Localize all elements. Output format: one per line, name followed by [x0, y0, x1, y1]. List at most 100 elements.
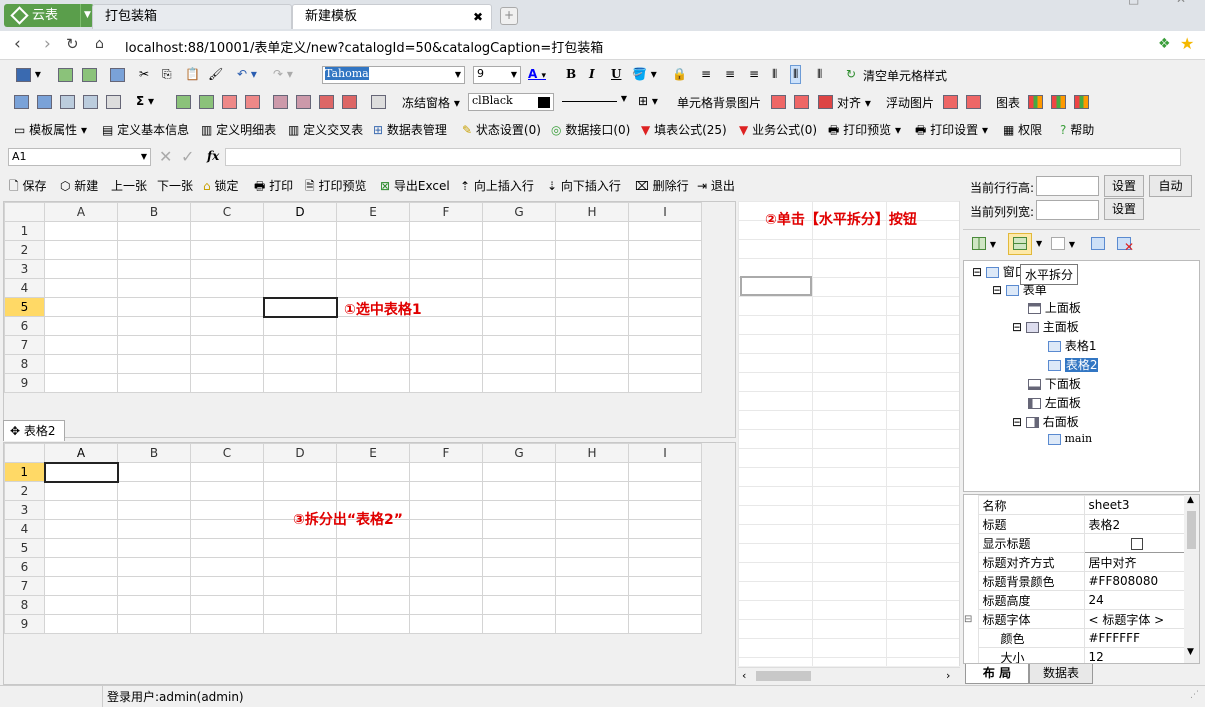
minimize-button[interactable]: — — [1088, 0, 1100, 6]
grid-cell[interactable] — [117, 354, 191, 374]
print-button[interactable]: 🖶 打印 — [254, 177, 293, 198]
prop-value[interactable]: 居中对齐 — [1083, 552, 1187, 572]
font-color-icon[interactable]: A ▾ — [528, 67, 546, 81]
row-header[interactable]: 3 — [4, 500, 45, 520]
grid-cell[interactable] — [190, 240, 264, 260]
grid-cell[interactable] — [409, 614, 483, 634]
freeze-panes-button[interactable]: 冻结窗格 ▾ — [402, 94, 460, 111]
column-header[interactable]: G — [482, 202, 556, 222]
grid-cell[interactable] — [44, 519, 118, 539]
font-name-select[interactable]: Tahoma ▼ — [322, 66, 465, 84]
grid-cell[interactable] — [117, 538, 191, 558]
grid-cell[interactable] — [44, 500, 118, 520]
scroll-thumb[interactable] — [756, 671, 811, 681]
grid-cell[interactable] — [117, 240, 191, 260]
grid-cell[interactable] — [409, 519, 483, 539]
tree-node-main-panel[interactable]: ⊟ 主面板 — [1012, 318, 1079, 335]
lock-icon[interactable]: 🔒 — [672, 67, 687, 81]
grid-cell[interactable] — [44, 595, 118, 615]
clear-format-button[interactable]: 清空单元格样式 — [863, 67, 947, 84]
tree-node-bottom-panel[interactable]: 下面板 — [1028, 375, 1081, 392]
grid-cell[interactable] — [44, 259, 118, 279]
grid-cell[interactable] — [482, 614, 556, 634]
grid-cell[interactable] — [555, 373, 629, 393]
grid-cell[interactable] — [44, 278, 118, 298]
table-op-icon-5[interactable] — [273, 94, 288, 109]
grid-cell[interactable] — [628, 595, 702, 615]
tree-node-top-panel[interactable]: 上面板 — [1028, 299, 1081, 316]
insert-row-icon[interactable] — [14, 94, 29, 109]
chart-icon-2[interactable] — [1051, 94, 1066, 109]
grid-cell[interactable] — [190, 335, 264, 355]
border-style-select[interactable]: ▼ — [562, 93, 630, 111]
scroll-left-icon[interactable]: ‹ — [742, 669, 746, 682]
grid-cell[interactable] — [628, 354, 702, 374]
table-op-icon-3[interactable] — [222, 94, 237, 109]
grid-cell[interactable] — [190, 500, 264, 520]
prev-button[interactable]: 上一张 — [111, 177, 147, 194]
row-header[interactable]: 9 — [4, 373, 45, 393]
grid-cell[interactable] — [628, 614, 702, 634]
grid-cell[interactable] — [409, 259, 483, 279]
panel-icon[interactable]: ▼ — [1051, 236, 1075, 250]
bg-image-icon-2[interactable] — [794, 94, 809, 109]
grid-cell[interactable] — [190, 481, 264, 501]
template-props-button[interactable]: ▭ 模板属性 ▾ — [14, 121, 87, 138]
grid-cell[interactable] — [117, 316, 191, 336]
grid-cell[interactable] — [263, 316, 337, 336]
prop-scroll-thumb[interactable] — [1187, 511, 1196, 549]
insert-row-above-button[interactable]: ⇡ 向上插入行 — [460, 177, 534, 194]
grid-cell[interactable] — [190, 316, 264, 336]
app-menu-button[interactable]: 云表 ▼ — [4, 4, 94, 27]
grid-cell[interactable] — [44, 576, 118, 596]
grid-cell[interactable] — [628, 462, 702, 482]
property-row[interactable]: 标题高度 24 — [964, 590, 1187, 610]
column-header[interactable]: E — [336, 202, 410, 222]
grid-cell[interactable] — [44, 373, 118, 393]
grid-cell[interactable] — [482, 373, 556, 393]
grid-cell[interactable] — [628, 278, 702, 298]
row-header[interactable]: 8 — [4, 354, 45, 374]
column-header[interactable]: B — [117, 202, 191, 222]
show-title-checkbox[interactable] — [1131, 537, 1143, 550]
cut-icon[interactable]: ✂ — [139, 67, 149, 81]
import-icon[interactable] — [110, 67, 125, 82]
grid-cell[interactable] — [117, 614, 191, 634]
grid-cell[interactable] — [190, 259, 264, 279]
grid-cell[interactable] — [482, 259, 556, 279]
grid-cell[interactable] — [409, 316, 483, 336]
tab-layout[interactable]: 布 局 — [965, 664, 1029, 684]
color-select[interactable]: clBlack — [468, 93, 554, 111]
property-row[interactable]: 颜色 #FFFFFF — [964, 628, 1187, 648]
row-height-set-button[interactable]: 设置 — [1104, 175, 1144, 197]
prop-vscroll[interactable]: ▲ ▼ — [1184, 495, 1199, 663]
prop-value[interactable]: sheet3 — [1083, 495, 1187, 515]
copy-panel-icon[interactable] — [1091, 236, 1105, 250]
grid-cell[interactable] — [263, 335, 337, 355]
lock-button[interactable]: ⌂ 锁定 — [203, 177, 238, 194]
grid-cell[interactable] — [482, 557, 556, 577]
grid-cell[interactable] — [628, 297, 702, 317]
column-header[interactable]: H — [555, 443, 629, 463]
grid-cell[interactable] — [482, 595, 556, 615]
row-header[interactable]: 2 — [4, 240, 45, 260]
grid-cell[interactable] — [336, 335, 410, 355]
grid-cell[interactable] — [482, 500, 556, 520]
grid-cell[interactable] — [44, 557, 118, 577]
chart-icon-3[interactable] — [1074, 94, 1089, 109]
table-op-icon-6[interactable] — [296, 94, 311, 109]
redo-icon[interactable]: ↷ ▾ — [273, 67, 293, 81]
grid-cell[interactable] — [482, 335, 556, 355]
column-header[interactable]: A — [44, 202, 118, 222]
exit-button[interactable]: ⇥ 退出 — [697, 177, 735, 194]
property-row[interactable]: 标题对齐方式 居中对齐 — [964, 552, 1187, 572]
grid-cell[interactable] — [555, 614, 629, 634]
split-dropdown-icon[interactable]: ▼ — [1036, 239, 1042, 248]
grid-cell[interactable] — [336, 576, 410, 596]
prop-value[interactable]: #FFFFFF — [1083, 628, 1187, 648]
refresh-icon[interactable]: ↻ — [66, 35, 79, 53]
tree-node-main[interactable]: main — [1048, 432, 1092, 445]
grid-cell[interactable] — [117, 259, 191, 279]
grid-cell[interactable] — [555, 538, 629, 558]
grid-cell[interactable] — [409, 500, 483, 520]
